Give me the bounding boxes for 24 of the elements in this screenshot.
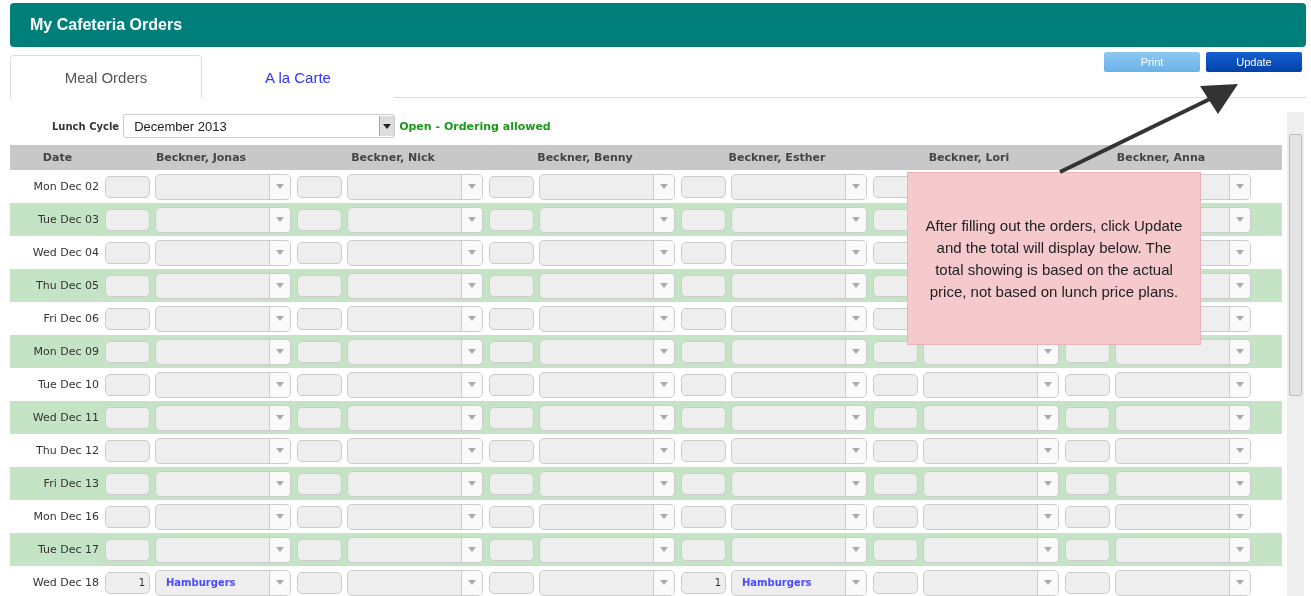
date-cell-text: Thu Dec 12	[35, 444, 100, 457]
date-cell-text: Tue Dec 03	[36, 213, 100, 226]
date-cell-text: Mon Dec 02	[32, 180, 100, 193]
date-cell-text: Fri Dec 06	[42, 312, 100, 325]
date-cell-text: Wed Dec 04	[31, 246, 100, 259]
column-header: Date	[41, 151, 74, 164]
field-label: Lunch Cycle	[52, 120, 120, 132]
date-cell-text: Fri Dec 13	[42, 477, 100, 490]
date-cell-text: Wed Dec 18	[31, 576, 100, 589]
status-text: Open - Ordering allowed	[399, 119, 551, 133]
date-cell-text: Wed Dec 11	[31, 411, 100, 424]
column-header: Beckner, Esther	[727, 151, 827, 164]
column-header: Beckner, Nick	[350, 151, 436, 164]
help-tooltip: After filling out the orders, click Update and the total will display below. The total showing is based on the actual price, not based on lunch price plans.	[907, 172, 1201, 345]
date-cell-text: Thu Dec 05	[35, 279, 100, 292]
column-header: Beckner, Anna	[1115, 151, 1207, 164]
column-header: Beckner, Lori	[927, 151, 1011, 164]
date-cell-text: Mon Dec 09	[32, 345, 100, 358]
column-header: Beckner, Jonas	[154, 151, 248, 164]
date-cell-text: Mon Dec 16	[32, 510, 100, 523]
column-header: Beckner, Benny	[536, 151, 634, 164]
date-cell-text: Tue Dec 17	[36, 543, 100, 556]
date-cell-text: Tue Dec 10	[36, 378, 100, 391]
page-title: My Cafeteria Orders	[30, 16, 183, 34]
